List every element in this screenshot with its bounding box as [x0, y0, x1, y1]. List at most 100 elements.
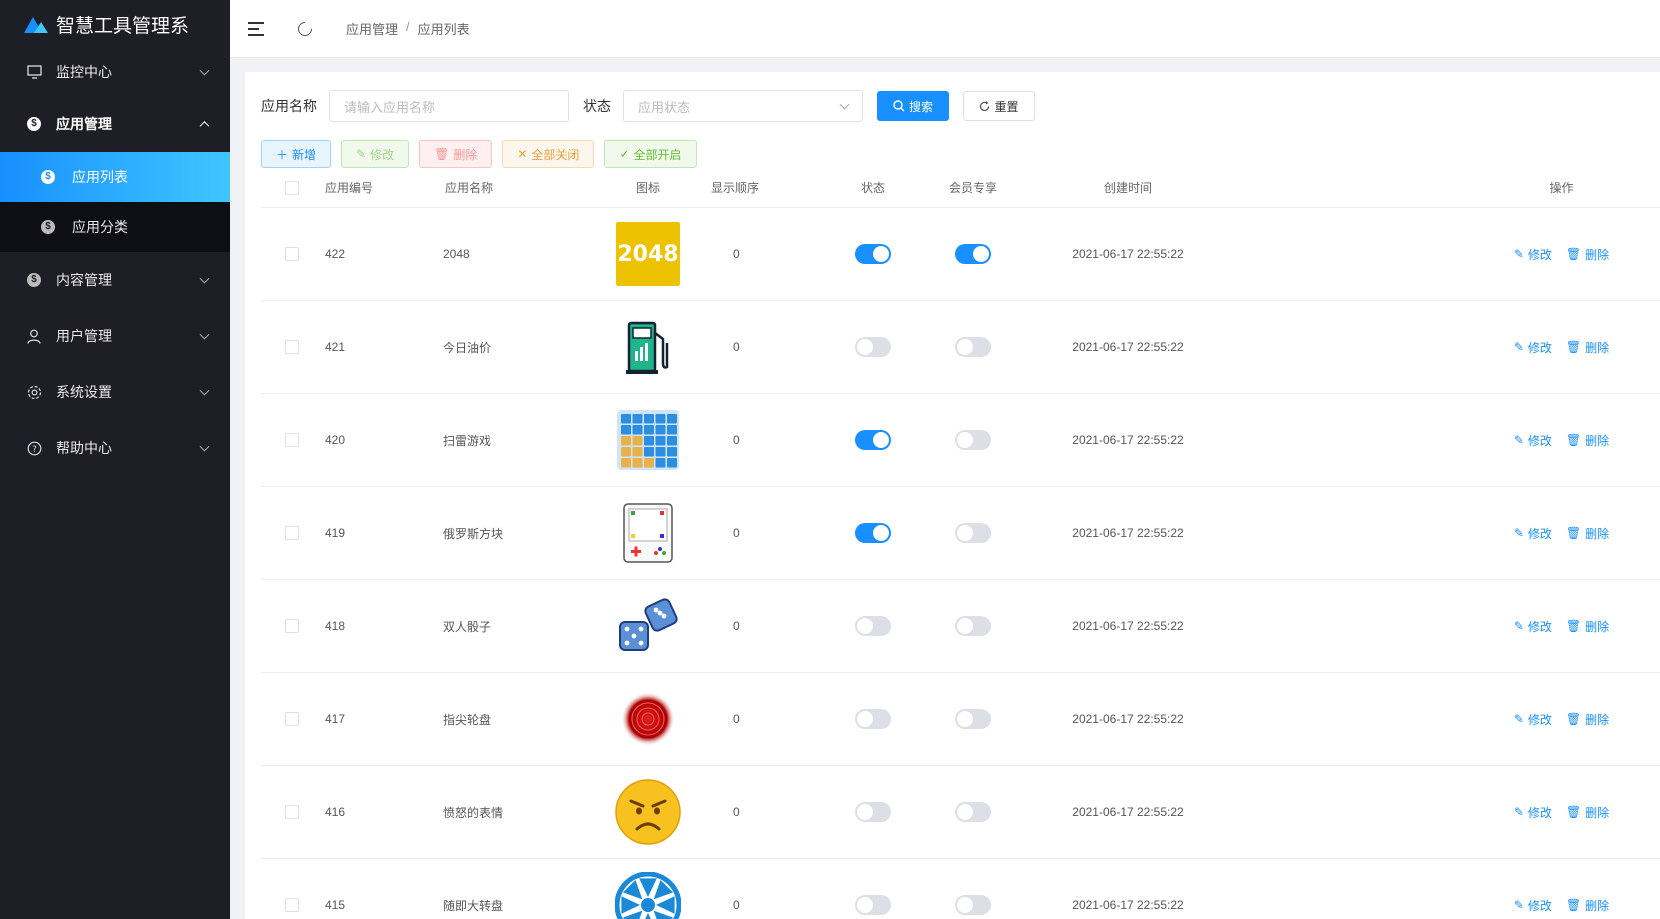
row-delete-label: 删除 [1585, 712, 1610, 727]
col-order: 显示顺序 [711, 181, 760, 195]
row-checkbox[interactable] [285, 619, 299, 633]
breadcrumb-current: 应用列表 [417, 22, 470, 37]
row-checkbox[interactable] [285, 898, 299, 912]
status-toggle[interactable] [855, 616, 891, 636]
cell-order: 0 [733, 619, 740, 633]
member-toggle[interactable] [955, 616, 991, 636]
row-edit-label: 修改 [1527, 712, 1552, 727]
status-select[interactable]: 应用状态 [623, 90, 863, 122]
table-row: 420 扫雷游戏 0 2021-06-17 22:55:22 ✎ 修改 🗑 删除 [261, 394, 1660, 487]
sidebar-item-users[interactable]: 用户管理 [0, 308, 230, 364]
cell-created: 2021-06-17 22:55:22 [1072, 433, 1184, 447]
member-toggle[interactable] [955, 802, 991, 822]
row-checkbox[interactable] [285, 805, 299, 819]
sidebar-subitem-app-category[interactable]: $ 应用分类 [0, 202, 230, 252]
row-delete-link[interactable]: 🗑 删除 [1566, 897, 1609, 914]
open-all-button[interactable]: ✓ 全部开启 [604, 140, 697, 168]
sidebar-item-monitor[interactable]: 监控中心 [0, 48, 230, 96]
row-delete-link[interactable]: 🗑 删除 [1566, 246, 1609, 263]
reset-button-label: 重置 [994, 99, 1019, 114]
status-toggle[interactable] [855, 523, 891, 543]
row-edit-link[interactable]: ✎ 修改 [1514, 246, 1552, 263]
col-status: 状态 [860, 181, 885, 195]
refresh-icon[interactable] [295, 18, 315, 39]
sidebar-item-settings[interactable]: 系统设置 [0, 364, 230, 420]
table-row: 422 2048 2048 0 2021-06-17 22:55:22 ✎ 修改 … [261, 208, 1660, 301]
status-toggle[interactable] [855, 337, 891, 357]
row-delete-label: 删除 [1585, 526, 1610, 541]
member-toggle[interactable] [955, 244, 991, 264]
cell-order: 0 [733, 805, 740, 819]
member-toggle[interactable] [955, 430, 991, 450]
row-edit-link[interactable]: ✎ 修改 [1514, 618, 1552, 635]
add-button[interactable]: ＋ 新增 [261, 140, 332, 168]
status-placeholder: 应用状态 [638, 99, 691, 115]
close-icon: ✕ [517, 147, 528, 161]
cell-created: 2021-06-17 22:55:22 [1072, 712, 1184, 726]
row-edit-link[interactable]: ✎ 修改 [1514, 897, 1552, 914]
table-row: 421 今日油价 0 2021-06-17 22:55:22 ✎ 修改 🗑 删除 [261, 301, 1660, 394]
breadcrumb-item[interactable]: 应用管理 [346, 19, 398, 38]
row-delete-link[interactable]: 🗑 删除 [1566, 432, 1609, 449]
cell-created: 2021-06-17 22:55:22 [1072, 340, 1184, 354]
row-delete-link[interactable]: 🗑 删除 [1566, 711, 1609, 728]
row-delete-label: 删除 [1585, 247, 1610, 262]
row-checkbox[interactable] [285, 433, 299, 447]
minesweeper-grid-icon [614, 406, 682, 474]
status-toggle[interactable] [855, 709, 891, 729]
trash-icon: 🗑 [1565, 805, 1582, 819]
close-all-button[interactable]: ✕ 全部关闭 [502, 140, 595, 168]
status-toggle[interactable] [855, 802, 891, 822]
sidebar-item-help[interactable]: ? 帮助中心 [0, 420, 230, 476]
cell-id: 422 [325, 247, 346, 261]
member-toggle[interactable] [955, 709, 991, 729]
menu-toggle-icon[interactable] [248, 21, 264, 36]
row-edit-link[interactable]: ✎ 修改 [1514, 339, 1552, 356]
edit-button[interactable]: ✎ 修改 [341, 140, 410, 168]
delete-button[interactable]: 🗑 删除 [419, 140, 493, 168]
trash-icon: 🗑 [1565, 898, 1582, 912]
row-edit-link[interactable]: ✎ 修改 [1514, 804, 1552, 821]
row-checkbox[interactable] [285, 340, 299, 354]
row-checkbox[interactable] [285, 247, 299, 261]
member-toggle[interactable] [955, 523, 991, 543]
row-edit-link[interactable]: ✎ 修改 [1514, 711, 1552, 728]
row-edit-link[interactable]: ✎ 修改 [1514, 432, 1552, 449]
row-delete-link[interactable]: 🗑 删除 [1566, 525, 1609, 542]
chevron-down-icon [199, 273, 210, 284]
row-delete-link[interactable]: 🗑 删除 [1566, 339, 1609, 356]
dice-icon [614, 592, 682, 660]
member-toggle[interactable] [955, 337, 991, 357]
trash-icon: 🗑 [1565, 619, 1582, 633]
app-name-input[interactable]: 请输入应用名称 [329, 90, 569, 122]
status-label: 状态 [583, 98, 611, 114]
row-delete-link[interactable]: 🗑 删除 [1566, 618, 1609, 635]
add-button-label: 新增 [292, 147, 317, 162]
row-delete-link[interactable]: 🗑 删除 [1566, 804, 1609, 821]
search-button[interactable]: 搜索 [877, 91, 949, 121]
delete-button-label: 删除 [453, 147, 478, 162]
dollar-circle-icon: $ [40, 219, 56, 235]
dollar-circle-icon: $ [40, 169, 56, 185]
status-toggle[interactable] [855, 244, 891, 264]
cell-order: 0 [733, 712, 740, 726]
row-edit-link[interactable]: ✎ 修改 [1514, 525, 1552, 542]
reset-button[interactable]: 重置 [963, 91, 1035, 121]
member-toggle[interactable] [955, 895, 991, 915]
sidebar-subitem-app-list[interactable]: $ 应用列表 [0, 152, 230, 202]
app-title: 智慧工具管理系 [56, 15, 190, 37]
trash-icon: 🗑 [434, 147, 450, 161]
cell-order: 0 [733, 340, 740, 354]
row-checkbox[interactable] [285, 526, 299, 540]
table-row: 418 双人骰子 0 2021-06-17 22:55:22 ✎ 修改 🗑 删除 [261, 580, 1660, 673]
sidebar-item-app-management[interactable]: $ 应用管理 [0, 96, 230, 152]
search-icon [893, 100, 905, 112]
row-checkbox[interactable] [285, 712, 299, 726]
cell-name: 俄罗斯方块 [443, 526, 504, 541]
status-toggle[interactable] [855, 895, 891, 915]
select-all-checkbox[interactable] [285, 180, 299, 195]
status-toggle[interactable] [855, 430, 891, 450]
sidebar-item-label: 应用管理 [56, 116, 112, 132]
chevron-up-icon [199, 121, 210, 132]
sidebar-item-content[interactable]: $ 内容管理 [0, 252, 230, 308]
